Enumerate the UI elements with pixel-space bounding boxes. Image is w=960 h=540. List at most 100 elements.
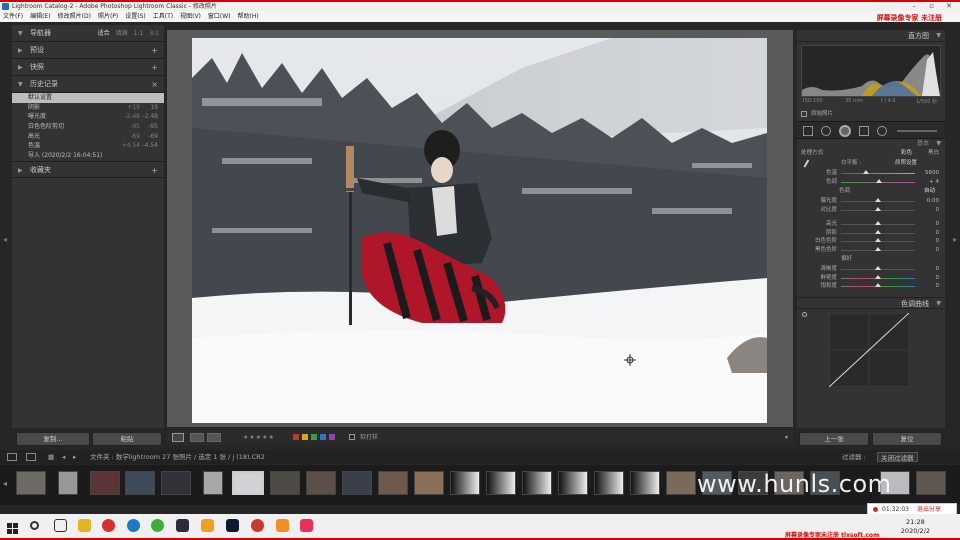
filmstrip-thumb[interactable] — [594, 471, 624, 495]
filmstrip-thumb[interactable] — [378, 471, 408, 495]
label-purple-icon[interactable] — [329, 434, 335, 440]
before-after-mode-icon[interactable] — [207, 433, 221, 442]
label-red-icon[interactable] — [293, 434, 299, 440]
left-panel-toggle-icon[interactable]: ◂ — [3, 235, 7, 244]
menu-file[interactable]: 文件(F) — [3, 11, 23, 22]
filmstrip-path[interactable]: 文件夹 : 数学lightroom 27 张照片 / 选定 1 张 / j (1… — [90, 450, 265, 464]
exposure-slider-row[interactable]: 曝光度 0.00 — [797, 197, 945, 206]
blacks-slider-row[interactable]: 黑色色阶 0 — [797, 246, 945, 255]
tint-slider-row[interactable]: 色调 + 4 — [797, 178, 945, 187]
treatment-color[interactable]: 彩色 — [901, 149, 912, 158]
graduated-filter-icon[interactable] — [859, 126, 869, 136]
filmstrip-thumb[interactable] — [558, 471, 588, 495]
highlights-slider-row[interactable]: 高光 0 — [797, 220, 945, 229]
contrast-slider-row[interactable]: 对比度 0 — [797, 206, 945, 215]
original-photo-row[interactable]: 原始照片 — [797, 109, 945, 119]
spot-removal-icon[interactable] — [821, 126, 831, 136]
label-green-icon[interactable] — [311, 434, 317, 440]
navigator-header[interactable]: ▼ 导航器 适合 填满 1:1 3:1 — [12, 25, 164, 42]
filmstrip-thumb[interactable] — [203, 471, 223, 495]
filter-select[interactable]: 关闭过滤器 — [877, 452, 918, 462]
folder-icon[interactable] — [201, 519, 214, 532]
browser-icon[interactable] — [127, 519, 140, 532]
whites-slider-row[interactable]: 白色色阶 0 — [797, 237, 945, 246]
zoom-fill[interactable]: 填满 — [116, 25, 128, 42]
softproof-checkbox[interactable] — [349, 434, 355, 440]
menu-tools[interactable]: 工具(T) — [153, 11, 173, 22]
original-photo-checkbox[interactable] — [801, 111, 807, 117]
targeted-adjust-icon[interactable] — [802, 311, 807, 317]
filmstrip-thumb[interactable] — [450, 471, 480, 495]
recorder-taskbar-icon[interactable] — [300, 519, 313, 532]
app-icon-green[interactable] — [151, 519, 164, 532]
menu-window[interactable]: 窗口(W) — [208, 11, 231, 22]
history-header[interactable]: ▼ 历史记录 × — [12, 76, 164, 93]
filmstrip-thumb[interactable] — [342, 471, 372, 495]
history-item[interactable]: 色温 +4.54 -4.54 — [12, 141, 164, 151]
toolbar-menu-icon[interactable]: ▾ — [785, 430, 788, 445]
filmstrip-thumb[interactable] — [414, 471, 444, 495]
auto-tone-button[interactable]: 自动 — [924, 186, 935, 197]
maximize-icon[interactable]: ▫ — [929, 2, 934, 11]
saturation-slider-row[interactable]: 饱和度 0 — [797, 282, 945, 291]
snapshots-header[interactable]: ▶ 快照 + — [12, 59, 164, 76]
filmstrip-thumb[interactable] — [916, 471, 946, 495]
filmstrip-thumb[interactable] — [630, 471, 660, 495]
star-rating[interactable]: ★★★★★ — [243, 430, 275, 445]
paste-button[interactable]: 粘贴 — [92, 432, 162, 446]
brush-tool-slider[interactable] — [897, 130, 937, 132]
app-icon-red[interactable] — [102, 519, 115, 532]
filmstrip-thumb[interactable] — [161, 471, 191, 495]
history-item[interactable]: 白色色阶剪切 -95 -95 — [12, 122, 164, 132]
red-eye-icon[interactable] — [839, 125, 851, 137]
search-icon[interactable] — [30, 521, 39, 530]
temp-slider-row[interactable]: 色温 5600 — [797, 169, 945, 178]
add-preset-icon[interactable]: + — [151, 42, 158, 59]
label-blue-icon[interactable] — [320, 434, 326, 440]
wb-select[interactable]: 原照设置 — [895, 159, 917, 168]
collections-header[interactable]: ▶ 收藏夹 + — [12, 160, 164, 179]
before-after-icon[interactable] — [190, 433, 204, 442]
minimize-icon[interactable]: – — [913, 2, 917, 11]
filmstrip-left-icon[interactable]: ◂ — [3, 479, 7, 488]
zoom-1-1[interactable]: 1:1 — [134, 25, 144, 42]
filmstrip-thumb-selected[interactable] — [232, 471, 264, 495]
taskbar-clock[interactable]: 21:28 2020/2/2 — [901, 518, 930, 536]
label-yellow-icon[interactable] — [302, 434, 308, 440]
menu-view[interactable]: 视图(V) — [180, 11, 201, 22]
app-icon-yellow[interactable] — [276, 519, 289, 532]
clear-history-icon[interactable]: × — [151, 76, 158, 93]
history-item[interactable]: 曝光度 -2.48 -2.48 — [12, 112, 164, 122]
file-explorer-icon[interactable] — [78, 519, 91, 532]
loupe-view-icon[interactable] — [172, 433, 184, 442]
lightroom-taskbar-icon[interactable] — [176, 519, 189, 532]
filmstrip-thumb[interactable] — [522, 471, 552, 495]
windows-start-icon[interactable] — [7, 519, 20, 534]
forward-arrow-icon[interactable]: ▸ — [73, 450, 76, 464]
menu-edit[interactable]: 编辑(E) — [30, 11, 50, 22]
filmstrip-thumb[interactable] — [486, 471, 516, 495]
tone-curve-graph[interactable] — [829, 312, 909, 387]
app-icon-orange[interactable] — [251, 519, 264, 532]
tone-curve-header[interactable]: 色调曲线 ▼ — [797, 296, 945, 309]
radial-filter-icon[interactable] — [877, 126, 887, 136]
vibrance-slider-row[interactable]: 鲜艳度 0 — [797, 274, 945, 283]
filmstrip-thumb[interactable] — [666, 471, 696, 495]
histogram-header[interactable]: 直方图 ▼ — [797, 30, 945, 42]
filmstrip-thumb[interactable] — [58, 471, 78, 495]
basic-header[interactable]: 基本 ▼ — [797, 139, 945, 149]
close-icon[interactable]: ✕ — [946, 2, 952, 11]
filmstrip-thumb[interactable] — [270, 471, 300, 495]
filmstrip-thumb[interactable] — [125, 471, 155, 495]
display-2-icon[interactable] — [26, 453, 36, 461]
previous-button[interactable]: 上一张 — [799, 432, 869, 446]
history-item[interactable]: 默认设置 — [12, 93, 164, 103]
photo-canvas[interactable] — [167, 30, 793, 427]
history-item[interactable]: 阴影 +19 19 — [12, 103, 164, 113]
photoshop-taskbar-icon[interactable] — [226, 519, 239, 532]
back-arrow-icon[interactable]: ◂ — [62, 450, 65, 464]
add-collection-icon[interactable]: + — [151, 162, 158, 179]
zoom-3-1[interactable]: 3:1 — [149, 25, 159, 42]
crop-tool-icon[interactable] — [803, 126, 813, 136]
task-view-icon[interactable] — [54, 519, 67, 532]
